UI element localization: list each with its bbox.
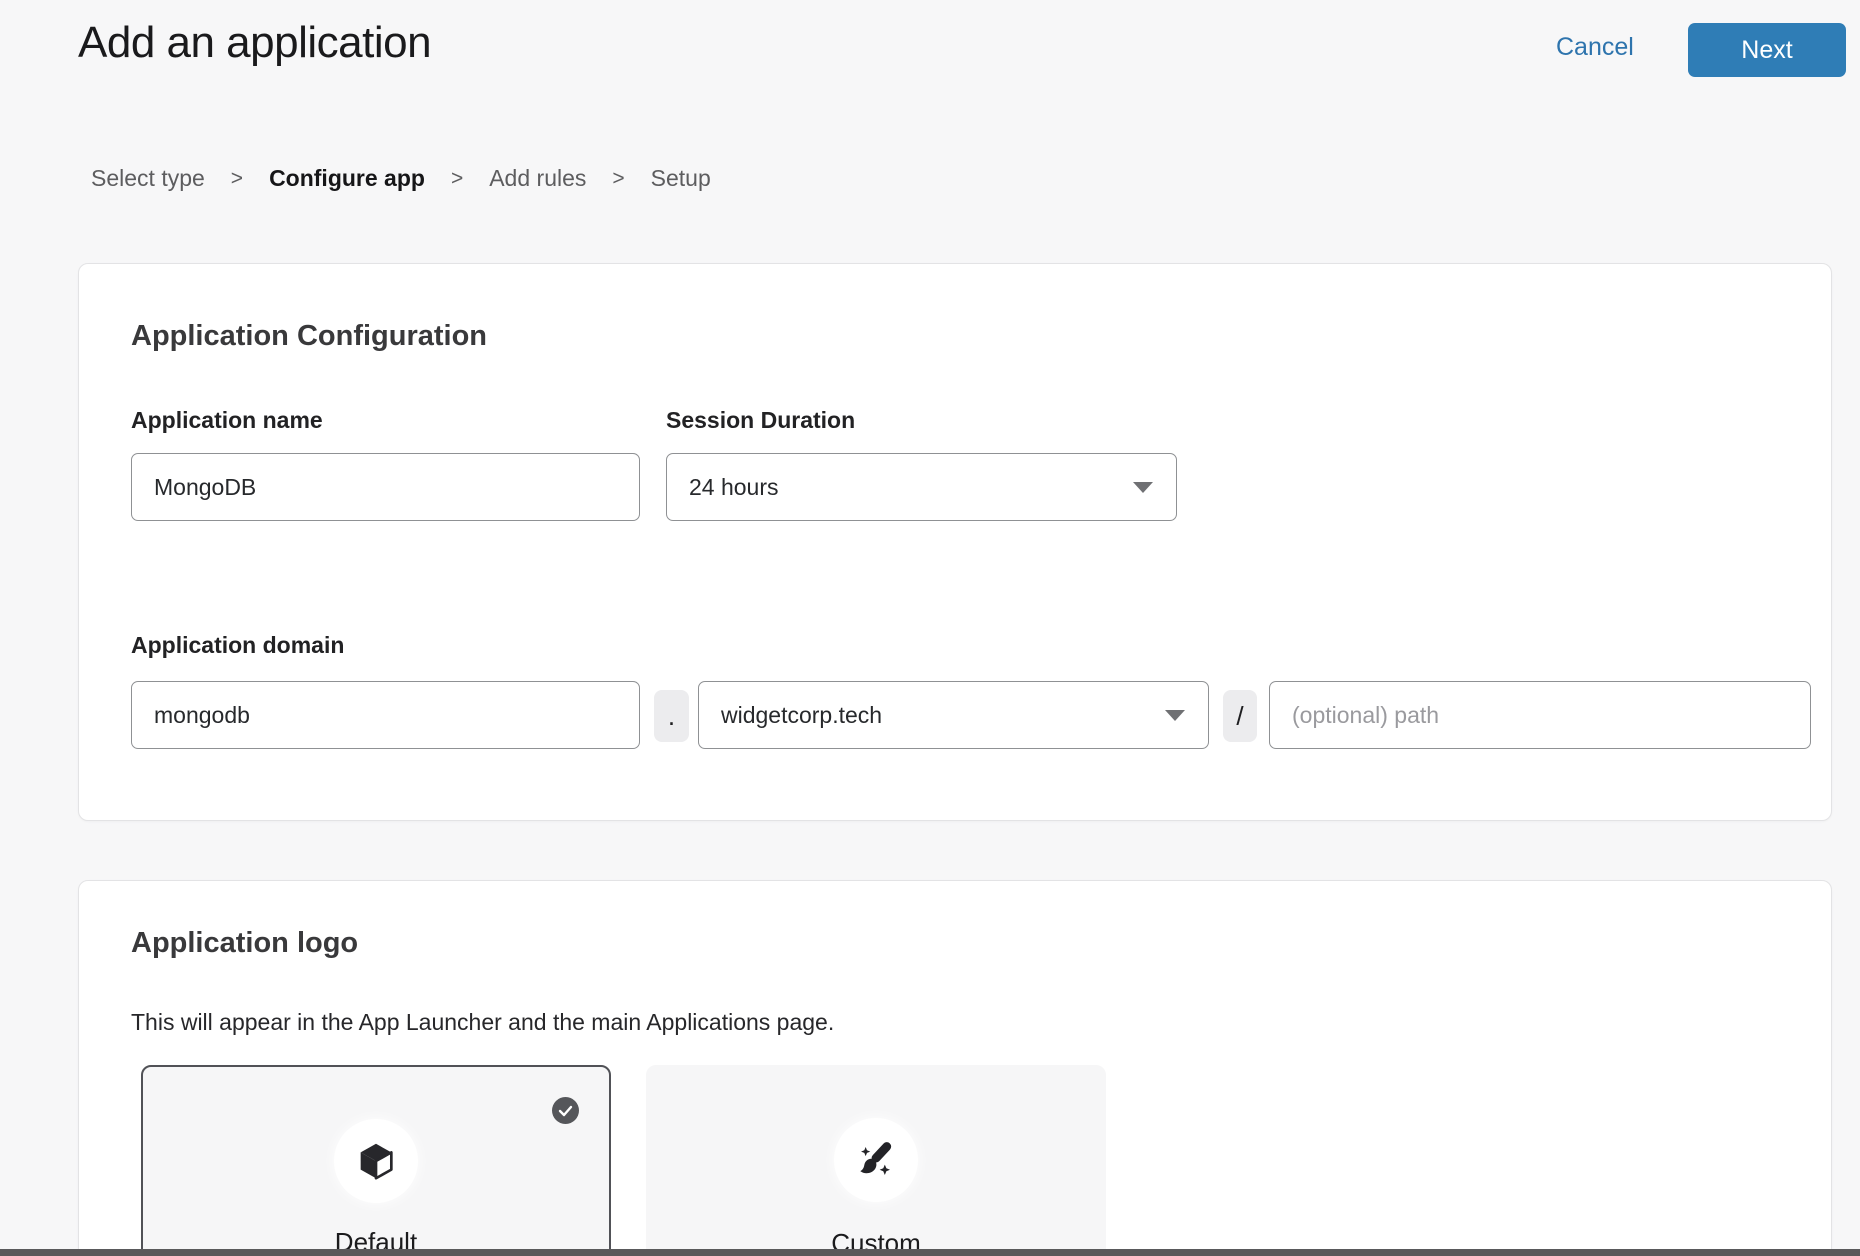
- logo-option-custom[interactable]: Custom: [646, 1065, 1106, 1256]
- session-duration-label: Session Duration: [666, 407, 855, 434]
- breadcrumb-separator: >: [231, 167, 243, 191]
- application-name-label: Application name: [131, 407, 323, 434]
- path-input[interactable]: [1269, 681, 1811, 749]
- add-application-page: Add an application Cancel Next Select ty…: [0, 0, 1860, 1256]
- chevron-down-icon: [1132, 481, 1154, 494]
- domain-dot-separator: .: [654, 690, 689, 742]
- breadcrumb-separator: >: [612, 167, 624, 191]
- subdomain-input[interactable]: [131, 681, 640, 749]
- breadcrumb: Select type > Configure app > Add rules …: [91, 165, 711, 192]
- logo-description: This will appear in the App Launcher and…: [131, 1009, 834, 1036]
- domain-select[interactable]: widgetcorp.tech: [698, 681, 1209, 749]
- application-name-input[interactable]: [131, 453, 640, 521]
- check-icon: [558, 1105, 573, 1117]
- viewport-bottom-bar: [0, 1249, 1860, 1256]
- default-logo-circle: [334, 1119, 418, 1203]
- logo-card-title: Application logo: [131, 927, 358, 960]
- logo-option-default[interactable]: Default: [141, 1065, 611, 1256]
- session-duration-select[interactable]: 24 hours: [666, 453, 1177, 521]
- next-button[interactable]: Next: [1688, 23, 1846, 77]
- custom-logo-circle: [834, 1118, 918, 1202]
- application-logo-card: Application logo This will appear in the…: [78, 880, 1832, 1256]
- cancel-button[interactable]: Cancel: [1556, 33, 1634, 62]
- application-configuration-card: Application Configuration Application na…: [78, 263, 1832, 821]
- step-add-rules[interactable]: Add rules: [489, 165, 586, 192]
- step-setup[interactable]: Setup: [651, 165, 711, 192]
- step-configure-app[interactable]: Configure app: [269, 165, 425, 192]
- config-card-title: Application Configuration: [131, 320, 487, 353]
- session-duration-value: 24 hours: [689, 474, 779, 501]
- selected-check-badge: [552, 1097, 579, 1124]
- application-domain-label: Application domain: [131, 632, 344, 659]
- cube-icon: [353, 1138, 399, 1184]
- page-title: Add an application: [78, 18, 431, 68]
- chevron-down-icon: [1164, 709, 1186, 722]
- paintbrush-icon: [853, 1137, 899, 1183]
- step-select-type[interactable]: Select type: [91, 165, 205, 192]
- logo-options: Default Custom: [141, 1065, 1106, 1256]
- breadcrumb-separator: >: [451, 167, 463, 191]
- domain-select-value: widgetcorp.tech: [721, 702, 882, 729]
- domain-slash-separator: /: [1223, 690, 1257, 742]
